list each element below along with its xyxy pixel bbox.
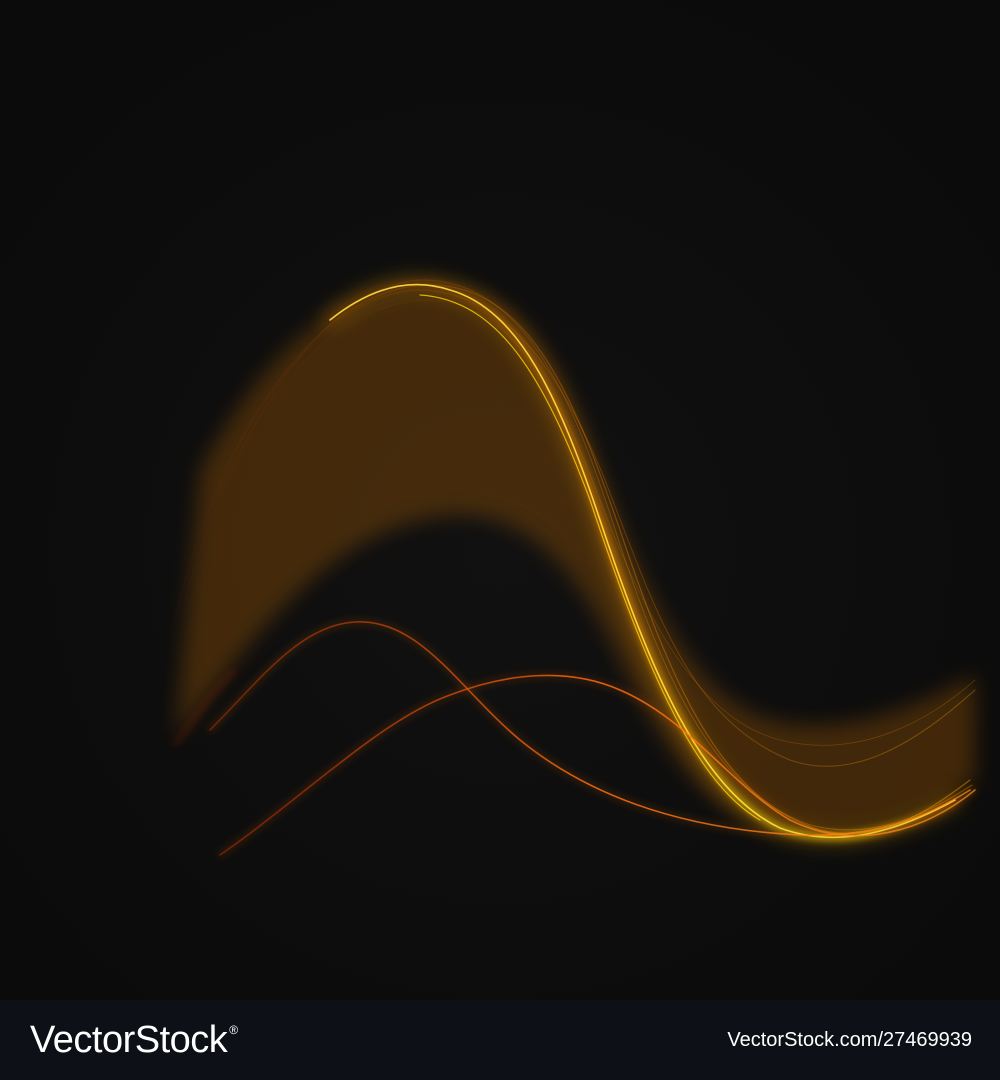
stock-image-canvas: VectorStock ® VectorStock.com/27469939 — [0, 0, 1000, 1080]
vectorstock-logo: VectorStock ® — [30, 1019, 238, 1062]
brand-name: VectorStock — [30, 1018, 228, 1061]
golden-wave-artwork — [0, 0, 1000, 1000]
registered-mark: ® — [229, 1022, 238, 1037]
watermark-footer: VectorStock ® VectorStock.com/27469939 — [0, 1000, 1000, 1080]
image-id-label: VectorStock.com/27469939 — [727, 1028, 972, 1051]
